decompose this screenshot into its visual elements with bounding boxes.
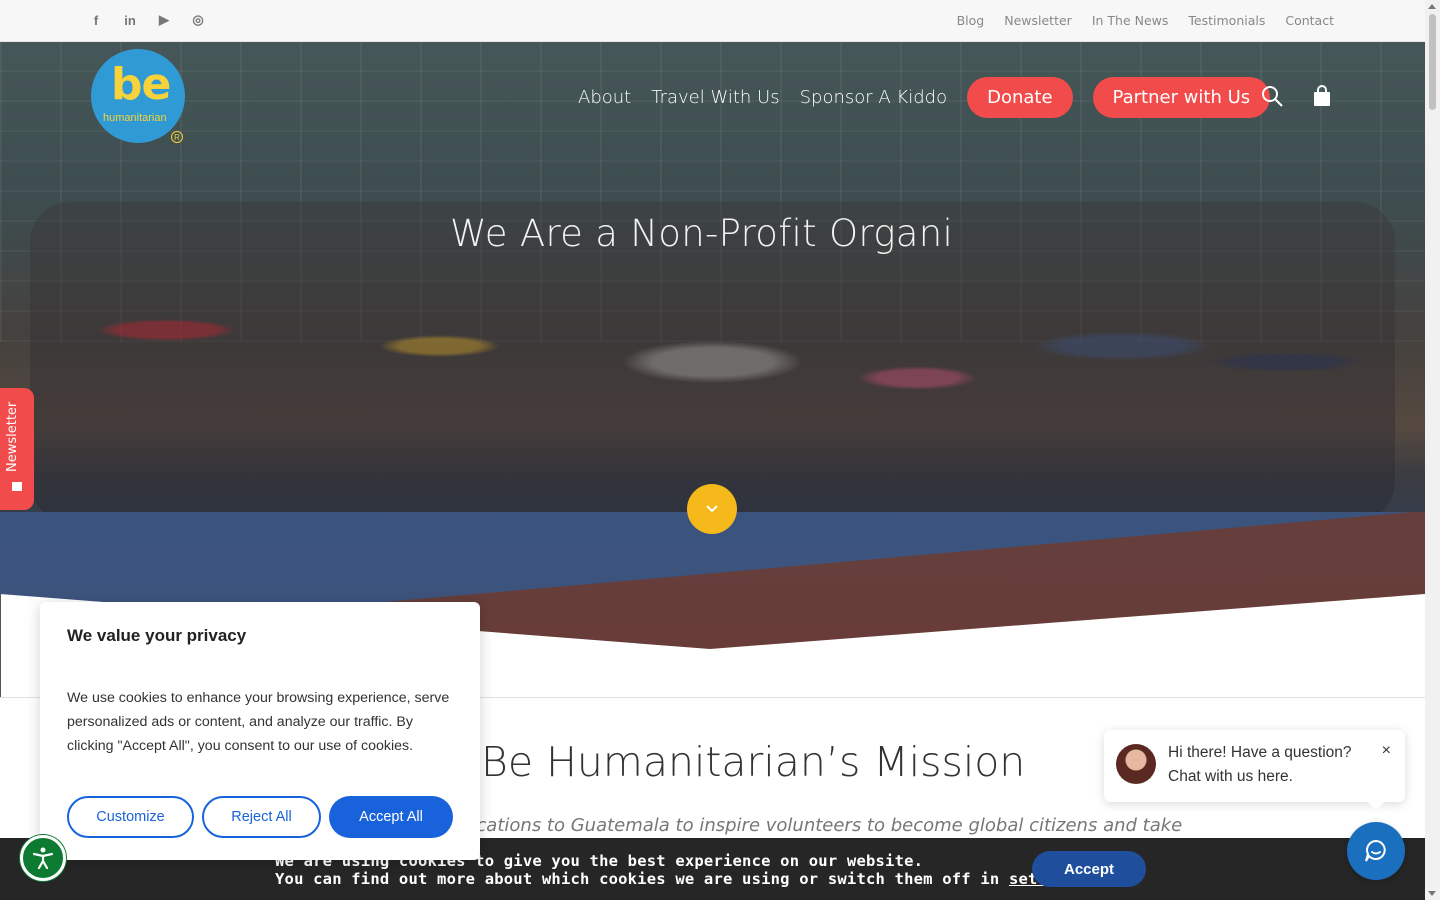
agent-avatar [1116, 744, 1156, 784]
page: f in ▶ ◎ Blog Newsletter In The News Tes… [0, 0, 1440, 900]
accept-all-button[interactable]: Accept All [329, 796, 453, 838]
logo-wordmark: be [111, 59, 171, 110]
chat-greeting-text: Hi there! Have a question? Chat with us … [1168, 744, 1352, 785]
reject-all-button[interactable]: Reject All [202, 796, 321, 838]
scroll-down-arrow-icon[interactable] [1428, 891, 1436, 896]
logo-subtext: humanitarian [103, 112, 167, 124]
youtube-icon[interactable]: ▶ [156, 11, 172, 29]
newsletter-side-tab-label: Newsletter [5, 401, 20, 472]
hero-title: We Are a Non-Profit Organi [450, 212, 954, 255]
registered-mark: R [171, 131, 183, 143]
nav-travel-with-us[interactable]: Travel With Us [651, 87, 779, 108]
hero-section: We Are a Non-Profit Organi [0, 42, 1425, 662]
top-links: Blog Newsletter In The News Testimonials… [957, 13, 1334, 28]
site-logo[interactable]: be humanitarian R [91, 49, 185, 145]
scroll-up-arrow-icon[interactable] [1428, 4, 1436, 9]
newsletter-side-tab[interactable]: Newsletter [0, 388, 34, 510]
close-icon[interactable]: × [1382, 742, 1391, 760]
chat-icon [1365, 839, 1386, 862]
cookie-notice-line2-text: You can find out more about which cookie… [275, 870, 1009, 888]
privacy-consent-dialog: We value your privacy We use cookies to … [40, 602, 480, 860]
page-scrollbar[interactable] [1425, 0, 1440, 900]
mission-text: ncations to Guatemala to inspire volunte… [465, 815, 1183, 836]
search-icon[interactable] [1260, 84, 1284, 108]
top-link-in-the-news[interactable]: In The News [1092, 13, 1169, 28]
top-link-contact[interactable]: Contact [1285, 13, 1334, 28]
linkedin-icon[interactable]: in [122, 11, 138, 29]
top-link-newsletter[interactable]: Newsletter [1004, 13, 1072, 28]
chat-launcher-button[interactable] [1347, 822, 1405, 880]
accessibility-button[interactable] [20, 835, 66, 881]
privacy-body: We use cookies to enhance your browsing … [67, 690, 450, 754]
scrollbar-thumb[interactable] [1429, 14, 1436, 110]
privacy-title: We value your privacy [67, 626, 247, 645]
facebook-icon[interactable]: f [88, 11, 104, 29]
mail-icon [12, 482, 22, 491]
donate-button[interactable]: Donate [967, 76, 1073, 118]
chevron-down-icon [706, 505, 718, 513]
shopping-bag-icon[interactable] [1312, 85, 1332, 107]
cookie-accept-button[interactable]: Accept [1032, 851, 1146, 887]
top-link-testimonials[interactable]: Testimonials [1188, 13, 1265, 28]
nav-sponsor-a-kiddo[interactable]: Sponsor A Kiddo [800, 87, 948, 108]
main-nav: About Travel With Us Sponsor A Kiddo Don… [578, 76, 1290, 118]
instagram-icon[interactable]: ◎ [190, 11, 206, 29]
section-edge-line [0, 594, 1, 698]
scroll-down-button[interactable] [687, 484, 737, 534]
nav-about[interactable]: About [578, 87, 631, 108]
accessibility-icon [32, 847, 54, 870]
mission-title: Be Humanitarian’s Mission [481, 738, 1026, 786]
cookie-notice-line2: You can find out more about which cookie… [275, 870, 1095, 888]
chat-bubble-tail [1366, 800, 1386, 810]
nav-icons [1260, 84, 1332, 108]
chat-greeting-bubble[interactable]: Hi there! Have a question? Chat with us … [1104, 730, 1405, 802]
top-link-blog[interactable]: Blog [957, 13, 985, 28]
social-links: f in ▶ ◎ [88, 11, 206, 29]
partner-button[interactable]: Partner with Us [1092, 76, 1271, 118]
top-utility-bar: f in ▶ ◎ Blog Newsletter In The News Tes… [0, 0, 1425, 42]
customize-button[interactable]: Customize [67, 796, 194, 838]
